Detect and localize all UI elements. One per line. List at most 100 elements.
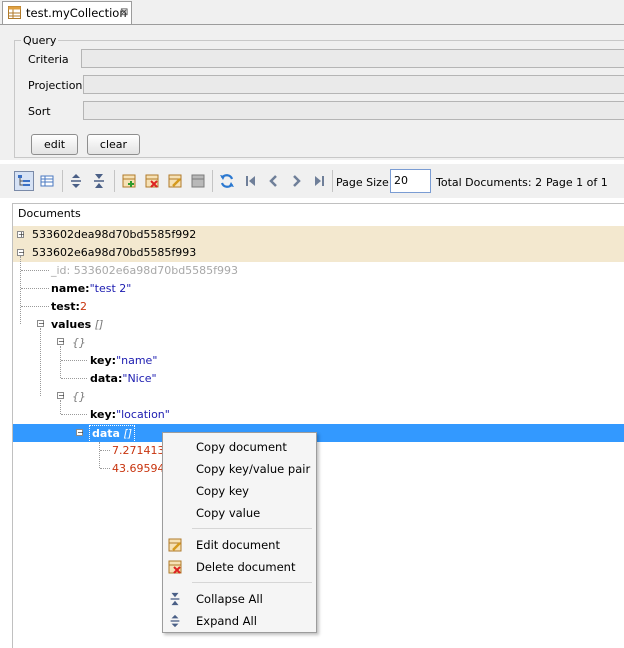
field-key: key: xyxy=(90,354,117,367)
field-key: data xyxy=(92,427,120,440)
collapse-icon[interactable]: − xyxy=(57,392,65,400)
refresh-button[interactable] xyxy=(217,171,237,191)
field-name[interactable]: name:"test 2" xyxy=(51,280,131,298)
object-marker: {} xyxy=(72,390,86,403)
collapse-all-button[interactable] xyxy=(89,171,109,191)
edit-document-icon xyxy=(168,538,182,552)
chevron-right-icon xyxy=(293,175,301,187)
menu-separator xyxy=(192,582,312,583)
menu-copy-key[interactable]: Copy key xyxy=(196,484,249,498)
tree-line xyxy=(60,346,61,378)
first-page-button[interactable] xyxy=(241,171,261,191)
field-key: key: xyxy=(90,408,117,421)
close-icon[interactable]: ⊠ xyxy=(120,6,128,19)
tree-line xyxy=(60,400,61,414)
page-size-input[interactable]: 20 xyxy=(390,169,431,193)
first-page-icon xyxy=(246,176,255,186)
field-key: name: xyxy=(51,282,90,295)
table-view-button[interactable] xyxy=(37,171,57,191)
toolbar-separator xyxy=(212,170,213,192)
field-key-name[interactable]: key:"name" xyxy=(90,352,157,370)
sort-field[interactable] xyxy=(83,101,624,120)
tree-line xyxy=(20,256,21,324)
field-value: "test 2" xyxy=(89,282,132,295)
tree-view-icon xyxy=(18,175,30,186)
clear-button[interactable]: clear xyxy=(87,134,140,155)
tree-line xyxy=(61,414,87,415)
field-value: "Nice" xyxy=(122,372,157,385)
tree-line xyxy=(61,360,87,361)
total-documents: Total Documents: 2 xyxy=(436,176,543,189)
tree-line xyxy=(40,328,41,396)
toolbar-separator xyxy=(114,170,115,192)
menu-delete-document[interactable]: Delete document xyxy=(196,560,295,574)
field-key: data: xyxy=(90,372,123,385)
expand-icon[interactable]: + xyxy=(17,231,25,239)
edit-document-button[interactable] xyxy=(165,171,185,191)
collapse-icon[interactable]: − xyxy=(57,338,65,346)
delete-document-icon xyxy=(168,560,182,574)
tree-line xyxy=(61,378,87,379)
last-page-button[interactable] xyxy=(309,171,329,191)
field-values[interactable]: values [] xyxy=(51,316,103,334)
collapse-icon[interactable]: − xyxy=(37,320,45,328)
criteria-label: Criteria xyxy=(28,53,69,66)
id-field: _id: 533602e6a98d70bd5585f993 xyxy=(51,264,239,277)
field-key: test: xyxy=(51,300,80,313)
field-key: values xyxy=(51,318,92,331)
table-icon xyxy=(8,6,21,19)
add-document-icon xyxy=(122,174,136,188)
document-id: 533602dea98d70bd5585f992 xyxy=(32,228,197,241)
menu-expand-all[interactable]: Expand All xyxy=(196,614,257,628)
field-value: 2 xyxy=(79,300,87,313)
delete-document-button[interactable] xyxy=(142,171,162,191)
view-document-button[interactable] xyxy=(188,171,208,191)
projection-field[interactable] xyxy=(83,75,624,94)
delete-document-icon xyxy=(145,174,159,188)
previous-page-button[interactable] xyxy=(264,171,284,191)
array-marker: [] xyxy=(123,427,133,440)
toolbar-separator xyxy=(332,170,333,192)
field-test[interactable]: test:2 xyxy=(51,298,87,316)
expand-all-button[interactable] xyxy=(66,171,86,191)
array-marker: [] xyxy=(94,318,104,331)
menu-copy-value[interactable]: Copy value xyxy=(196,506,260,520)
toolbar-separator xyxy=(62,170,63,192)
criteria-field[interactable] xyxy=(81,49,624,68)
document-id: 533602e6a98d70bd5585f993 xyxy=(32,246,197,259)
add-document-button[interactable] xyxy=(119,171,139,191)
refresh-icon xyxy=(220,174,234,188)
field-data-nice[interactable]: data:"Nice" xyxy=(90,370,157,388)
tab-collection[interactable]: test.myCollection ⊠ xyxy=(2,1,132,24)
collapse-icon[interactable]: − xyxy=(76,429,84,437)
tree-line xyxy=(100,450,110,451)
collapse-all-icon xyxy=(94,174,104,188)
next-page-button[interactable] xyxy=(286,171,306,191)
menu-edit-document[interactable]: Edit document xyxy=(196,538,280,552)
edit-button[interactable]: edit xyxy=(31,134,78,155)
menu-separator xyxy=(192,528,312,529)
edit-document-icon xyxy=(168,174,182,188)
field-key-location[interactable]: key:"location" xyxy=(90,406,170,424)
field-value: "name" xyxy=(116,354,158,367)
chevron-left-icon xyxy=(269,175,277,187)
sort-label: Sort xyxy=(28,105,51,118)
query-legend: Query xyxy=(21,34,59,47)
menu-collapse-all[interactable]: Collapse All xyxy=(196,592,263,606)
last-page-icon xyxy=(315,176,324,186)
collapse-all-icon xyxy=(170,592,180,606)
projection-label: Projection xyxy=(28,79,83,92)
tree-view-button[interactable] xyxy=(14,171,34,191)
array-number[interactable]: 7.271413 xyxy=(112,442,165,460)
page-info: Page 1 of 1 xyxy=(546,176,608,189)
tab-title: test.myCollection xyxy=(26,6,127,20)
collapse-icon[interactable]: − xyxy=(17,249,25,257)
selected-field[interactable]: data [] xyxy=(89,425,136,443)
documents-header: Documents xyxy=(18,207,81,220)
menu-copy-document[interactable]: Copy document xyxy=(196,440,287,454)
menu-copy-key-value[interactable]: Copy key/value pair xyxy=(196,462,310,476)
tree-line xyxy=(100,468,110,469)
expand-all-icon xyxy=(170,614,180,628)
expand-all-icon xyxy=(71,174,81,188)
tree-line xyxy=(21,270,49,271)
